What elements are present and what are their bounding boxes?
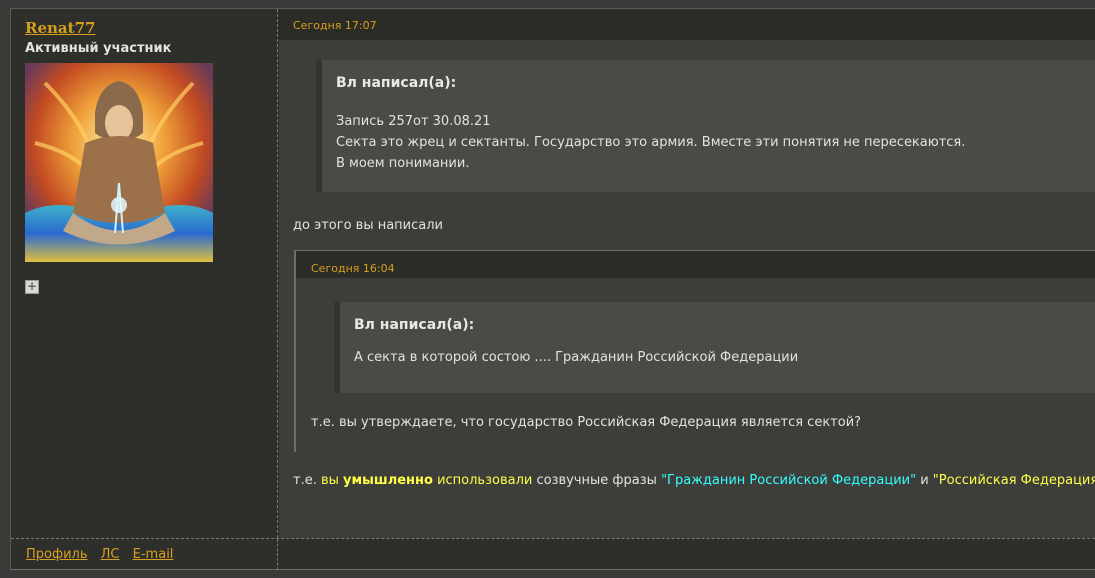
divider	[277, 539, 278, 570]
highlight-text: "Российская Федерация"	[932, 473, 1095, 488]
closing-question: т.е. вы умышленно использовали созвучные…	[293, 473, 1095, 488]
author-rank: Активный участник	[25, 41, 172, 56]
closing-text: созвучные фразы	[532, 473, 662, 488]
quote-author: Вл написал(а):	[336, 75, 457, 91]
post-container: Renat77 Активный участник + Сегодня 17:0…	[10, 8, 1095, 570]
post-footer: Профиль ЛС E-mail	[11, 538, 1095, 570]
profile-link[interactable]: Профиль	[26, 547, 88, 562]
quote-line: Запись 257от 30.08.21	[336, 114, 491, 129]
nested-post-date[interactable]: Сегодня 16:04	[311, 262, 395, 275]
highlight-cyan-text: "Гражданин Российской Федерации"	[661, 473, 917, 488]
nested-post: Сегодня 16:04 Вл написал(а): А секта в к…	[294, 250, 1095, 452]
quote-block: Вл написал(а): Запись 257от 30.08.21 Сек…	[316, 60, 1095, 192]
intro-text: до этого вы написали	[293, 218, 443, 233]
private-message-link[interactable]: ЛС	[101, 547, 120, 562]
nested-reply-text: т.е. вы утверждаете, что государство Рос…	[311, 415, 862, 430]
quote-line: В моем понимании.	[336, 156, 470, 171]
avatar	[25, 63, 213, 262]
nested-quote-text: А секта в которой состою .... Гражданин …	[354, 350, 799, 365]
highlight-bold-text: умышленно	[343, 473, 433, 488]
author-name-link[interactable]: Renat77	[25, 19, 95, 37]
nested-quote-block: Вл написал(а): А секта в которой состою …	[334, 302, 1095, 393]
author-sidebar: Renat77 Активный участник +	[11, 9, 278, 538]
quote-text: Запись 257от 30.08.21 Секта это жрец и с…	[336, 111, 965, 174]
author-links: Профиль ЛС E-mail	[26, 547, 182, 562]
add-reputation-button[interactable]: +	[25, 280, 39, 294]
post-header: Сегодня 17:07	[279, 9, 1095, 40]
highlight-text: вы	[320, 473, 344, 488]
closing-text: и	[916, 473, 933, 488]
post-body: Вл написал(а): Запись 257от 30.08.21 Сек…	[279, 40, 1095, 538]
closing-text: т.е.	[293, 473, 321, 488]
nested-post-header: Сегодня 16:04	[296, 251, 1095, 278]
quote-line: Секта это жрец и сектанты. Государство э…	[336, 135, 966, 150]
nested-quote-author: Вл написал(а):	[354, 317, 475, 333]
email-link[interactable]: E-mail	[133, 547, 174, 562]
post-date[interactable]: Сегодня 17:07	[293, 19, 377, 32]
highlight-text: использовали	[432, 473, 533, 488]
